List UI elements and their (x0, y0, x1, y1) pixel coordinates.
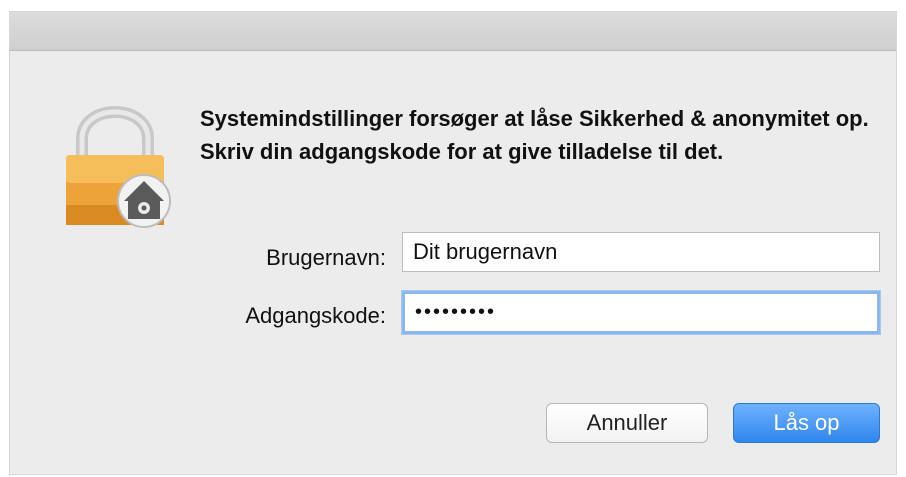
username-label: Brugernavn: (266, 245, 386, 270)
dialog-message: Systemindstillinger forsøger at låse Sik… (200, 106, 869, 164)
dialog-titlebar[interactable] (10, 12, 896, 51)
password-field[interactable] (402, 291, 880, 334)
unlock-button[interactable]: Lås op (733, 403, 880, 443)
authentication-dialog: Systemindstillinger forsøger at låse Sik… (10, 12, 896, 474)
lock-with-house-icon (66, 106, 171, 228)
username-field[interactable] (402, 232, 880, 272)
password-label: Adgangskode: (245, 303, 386, 328)
cancel-button[interactable]: Annuller (546, 403, 708, 443)
